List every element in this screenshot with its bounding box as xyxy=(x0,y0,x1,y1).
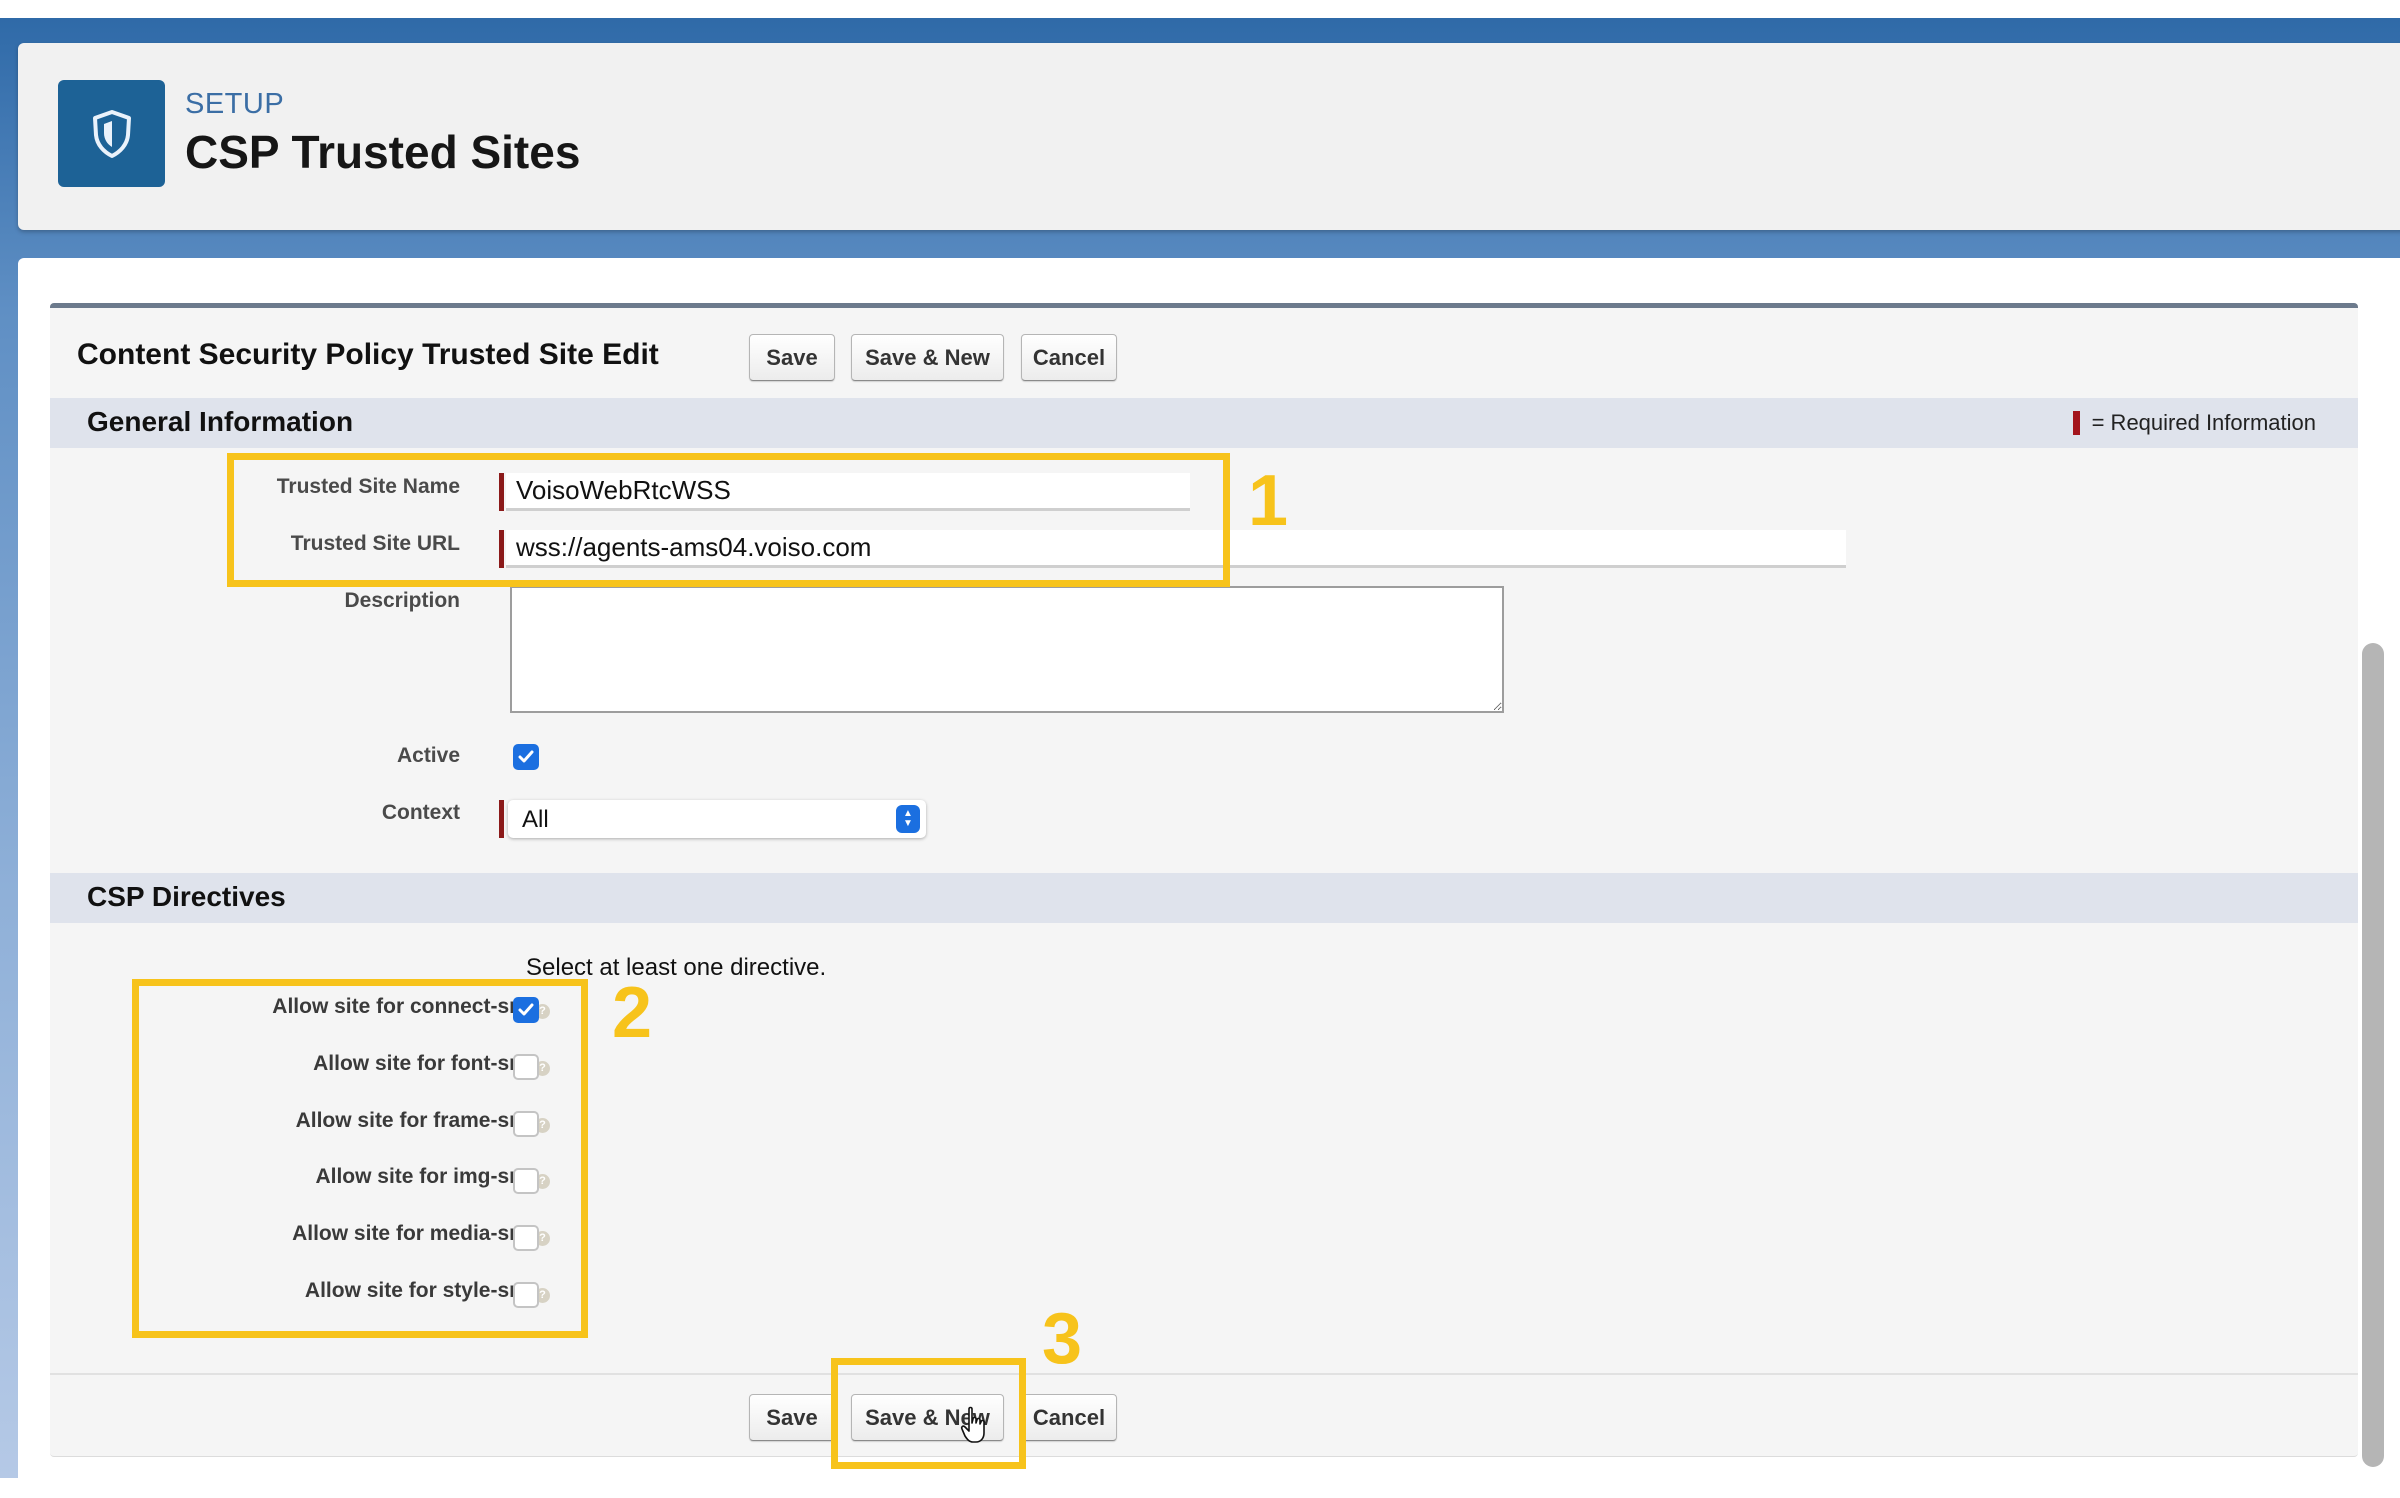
active-label: Active xyxy=(396,744,460,767)
required-legend-text: = Required Information xyxy=(2091,410,2316,435)
form-title: Content Security Policy Trusted Site Edi… xyxy=(77,338,659,371)
hand-pointer-cursor-icon xyxy=(960,1406,985,1443)
annotation-box-2 xyxy=(132,979,588,1338)
section-title: General Information xyxy=(87,406,354,437)
cancel-button-top[interactable]: Cancel xyxy=(1021,334,1117,381)
required-marker xyxy=(499,800,504,838)
page-title: CSP Trusted Sites xyxy=(185,126,581,178)
required-legend: = Required Information xyxy=(2072,410,2316,436)
setup-app-icon xyxy=(58,80,165,187)
description-textarea[interactable] xyxy=(510,586,1504,713)
annotation-box-1 xyxy=(227,453,1230,587)
context-label: Context xyxy=(381,801,460,824)
annotation-number-1: 1 xyxy=(1248,461,1289,541)
annotation-number-2: 2 xyxy=(612,973,653,1053)
save-new-button-top[interactable]: Save & New xyxy=(851,334,1004,381)
save-button-bottom[interactable]: Save xyxy=(749,1394,835,1441)
active-checkbox[interactable] xyxy=(513,744,539,770)
shield-icon xyxy=(92,109,131,158)
context-select[interactable]: All ▲ ▼ xyxy=(508,800,926,838)
breadcrumb: SETUP xyxy=(185,88,285,120)
annotation-box-3 xyxy=(831,1358,1026,1469)
footer-divider xyxy=(50,1373,2358,1375)
vertical-scrollbar[interactable] xyxy=(2362,643,2384,1467)
section-title: CSP Directives xyxy=(87,881,286,912)
csp-directives-header: CSP Directives xyxy=(50,873,2358,923)
checkmark-icon xyxy=(518,750,534,763)
general-information-header: General Information = Required Informati… xyxy=(50,398,2358,448)
select-stepper-icon: ▲ ▼ xyxy=(896,805,920,833)
context-select-value: All xyxy=(522,806,549,833)
required-marker-icon xyxy=(2072,411,2080,435)
description-label: Description xyxy=(344,589,460,612)
annotation-number-3: 3 xyxy=(1042,1299,1083,1379)
page-header: SETUP CSP Trusted Sites xyxy=(18,43,2400,230)
directive-hint: Select at least one directive. xyxy=(526,954,827,981)
cancel-button-bottom[interactable]: Cancel xyxy=(1021,1394,1117,1441)
save-button-top[interactable]: Save xyxy=(749,334,835,381)
